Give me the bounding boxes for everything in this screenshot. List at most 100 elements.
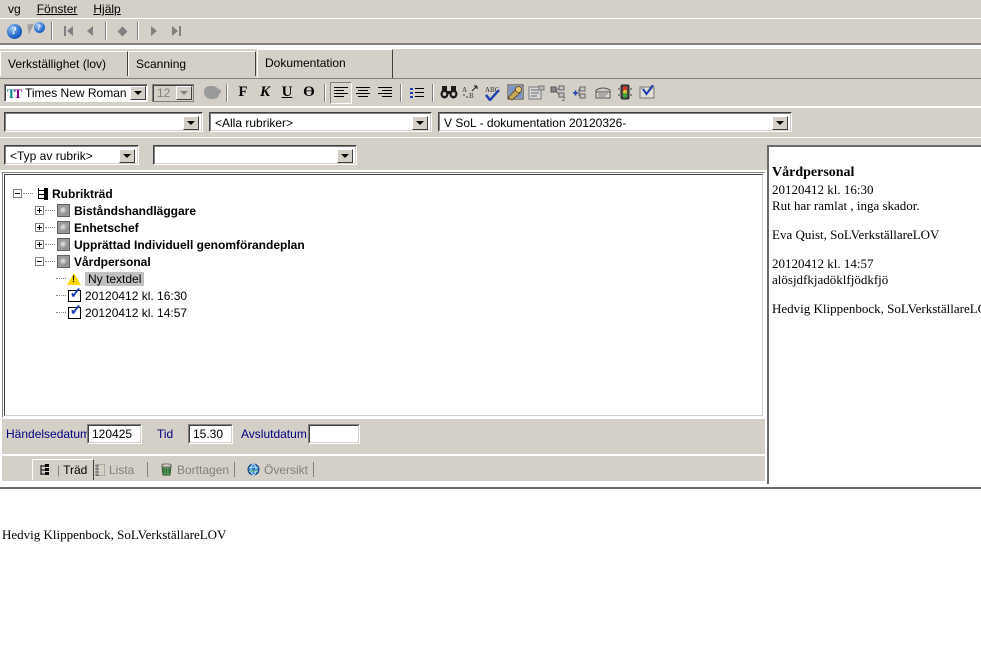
tree-leaf-note-1457[interactable]: ✓ 20120412 kl. 14:57	[13, 303, 305, 321]
tree-root-label: Rubrikträd	[52, 186, 113, 201]
menu-item-hjalp-label: Hjälp	[93, 2, 121, 16]
tab-verkstallighet[interactable]: Verkställighet (lov)	[0, 51, 128, 76]
current-record-icon[interactable]	[111, 20, 133, 42]
tree-icon	[39, 464, 50, 476]
traffic-light-icon[interactable]	[614, 82, 636, 104]
date-field-bar: Händelsedatum 120425 Tid 15.30 Avslutdat…	[2, 419, 765, 454]
filter-document-combo[interactable]: V SoL - dokumentation 20120326-	[438, 112, 792, 132]
expand-toggle-bistandshandlaggare[interactable]	[35, 206, 44, 215]
tree-node-genomforandeplan[interactable]: Upprättad Individuell genomförandeplan	[13, 236, 305, 253]
tree-node-enhetschef[interactable]: Enhetschef	[13, 219, 305, 236]
align-right-icon[interactable]	[374, 82, 396, 104]
filter-rubriker-chevron-down-icon[interactable]	[412, 116, 428, 130]
align-center-icon[interactable]	[352, 82, 374, 104]
tree-connector-6	[56, 294, 66, 297]
filter-typ-combo[interactable]: <Typ av rubrik>	[4, 145, 139, 165]
last-record-icon[interactable]	[165, 20, 187, 42]
highlighter-icon-glyph	[506, 84, 523, 101]
font-size-chevron-down-icon[interactable]	[176, 85, 192, 100]
bold-button[interactable]: F	[232, 82, 254, 104]
strikethrough-button[interactable]: Ө	[298, 82, 320, 104]
tree-leaf-label-0: Ny textdel	[85, 271, 145, 286]
end-date-value	[309, 425, 359, 443]
add-node-icon[interactable]	[570, 82, 592, 104]
tree-leaf-label-2: 20120412 kl. 14:57	[85, 305, 188, 320]
end-date-input[interactable]	[308, 424, 360, 444]
svg-text:2: 2	[562, 97, 565, 101]
expand-toggle-genomforandeplan[interactable]	[35, 240, 44, 249]
format-toolbar: TT Times New Roman 12 F K U Ө A B ABC 2	[0, 79, 981, 107]
expand-toggle-enhetschef[interactable]	[35, 223, 44, 232]
tree-node-label-1: Enhetschef	[74, 220, 139, 235]
sphere-icon	[56, 221, 70, 235]
italic-button[interactable]: K	[254, 82, 276, 104]
bold-label: F	[238, 84, 248, 100]
tree-connector-1	[45, 209, 55, 212]
spellcheck-icon[interactable]: ABC	[482, 82, 504, 104]
rubrik-tree-panel[interactable]: Rubrikträd Biståndshandläggare Enhetsche…	[2, 172, 765, 418]
previous-record-icon[interactable]	[79, 20, 101, 42]
align-right-icon-glyph	[378, 86, 392, 99]
tree-leaf-note-1630[interactable]: ✓ 20120412 kl. 16:30	[13, 284, 305, 304]
filter-typ-chevron-down-icon[interactable]	[119, 149, 135, 163]
sort-icon-glyph: A B	[462, 84, 478, 100]
tree-node-bistandshandlaggare[interactable]: Biståndshandläggare	[13, 202, 305, 219]
next-record-icon[interactable]	[143, 20, 165, 42]
menu-item-fonster[interactable]: Fönster	[29, 0, 86, 18]
tab-scanning[interactable]: Scanning	[128, 51, 256, 76]
view-tab-bar: | Träd Lista Borttagen Översikt	[2, 455, 765, 481]
event-date-input[interactable]: 120425	[87, 424, 142, 444]
template-icon[interactable]	[592, 82, 614, 104]
highlighter-icon[interactable]	[504, 82, 526, 104]
tree-leaf-ny-textdel[interactable]: Ny textdel	[13, 270, 305, 287]
italic-label: K	[259, 84, 270, 100]
filter-rubriker-combo[interactable]: <Alla rubriker>	[209, 112, 432, 132]
add-node-icon-glyph	[573, 86, 586, 98]
help-pointer-icon[interactable]: ?	[25, 20, 47, 42]
tree-node-label-3: Vårdpersonal	[74, 254, 151, 269]
tab-verkstallighet-label: Verkställighet (lov)	[8, 57, 107, 71]
sign-icon[interactable]	[636, 82, 658, 104]
collapse-toggle-vardpersonal[interactable]	[35, 257, 44, 266]
document-preview-panel[interactable]: Vårdpersonal 20120412 kl. 16:30 Rut har …	[767, 145, 981, 484]
signed-note-icon: ✓	[67, 284, 83, 302]
bottom-tab-trad[interactable]: | Träd	[32, 459, 95, 480]
properties-icon[interactable]	[526, 82, 548, 104]
text-color-icon[interactable]	[200, 82, 222, 104]
underline-button[interactable]: U	[276, 82, 298, 104]
copy-structure-icon[interactable]: 2	[548, 82, 570, 104]
find-icon[interactable]	[438, 82, 460, 104]
tab-dokumentation[interactable]: Dokumentation	[257, 49, 393, 78]
list-icon	[94, 463, 105, 476]
strikethrough-label: Ө	[303, 84, 315, 100]
filter-document-chevron-down-icon[interactable]	[772, 116, 788, 130]
font-name-chevron-down-icon[interactable]	[130, 85, 146, 100]
filter-second-chevron-down-icon[interactable]	[337, 149, 353, 163]
bottom-tab-lista[interactable]: Lista	[88, 459, 140, 480]
first-record-icon[interactable]	[57, 20, 79, 42]
sphere-icon	[56, 255, 70, 269]
bullet-list-icon[interactable]	[406, 82, 428, 104]
tree-connector-4	[45, 260, 55, 263]
font-name-combo[interactable]: TT Times New Roman	[4, 83, 148, 102]
font-size-combo[interactable]: 12	[152, 83, 194, 102]
filter-document-value: V SoL - dokumentation 20120326-	[444, 116, 627, 130]
tree-root-row[interactable]: Rubrikträd	[13, 185, 305, 202]
bottom-tab-oversikt-label: Översikt	[264, 462, 309, 477]
font-tt-icon: TT	[7, 85, 22, 101]
bottom-tab-oversikt[interactable]: Översikt	[241, 459, 314, 480]
filter-empty-combo[interactable]	[4, 112, 203, 132]
tree-node-vardpersonal[interactable]: Vårdpersonal	[13, 253, 305, 270]
bottom-tab-borttagen[interactable]: Borttagen	[154, 459, 235, 480]
help-icon[interactable]: ?	[3, 20, 25, 42]
menu-item-0[interactable]: vg	[0, 0, 29, 18]
align-left-icon[interactable]	[330, 81, 352, 104]
sort-icon[interactable]: A B	[460, 82, 482, 104]
menu-item-hjalp[interactable]: Hjälp	[85, 0, 128, 18]
time-input[interactable]: 15.30	[188, 424, 233, 444]
bottom-document-area[interactable]: Hedvig Klippenbock, SoLVerkställareLOV	[0, 487, 981, 654]
root-collapse-toggle[interactable]	[13, 189, 22, 198]
font-size-value: 12	[157, 85, 171, 100]
filter-second-combo[interactable]	[153, 145, 357, 165]
filter-empty-chevron-down-icon[interactable]	[183, 116, 199, 130]
